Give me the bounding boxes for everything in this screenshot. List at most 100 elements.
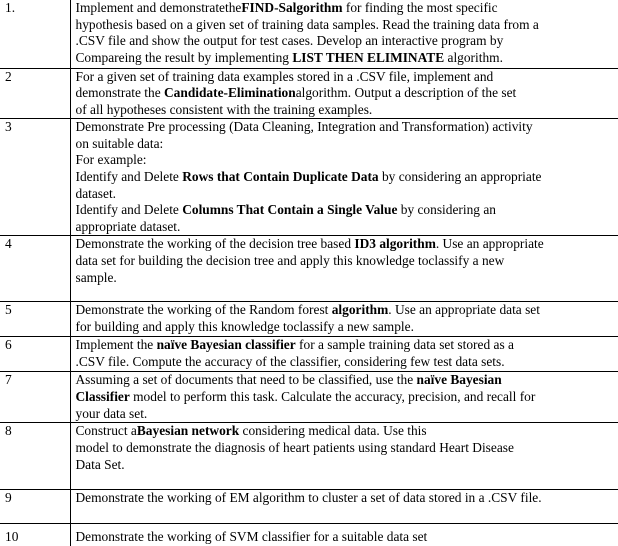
description-line: on suitable data:: [76, 136, 617, 153]
table-row: 7 Assuming a set of documents that need t…: [0, 371, 618, 424]
text-segment: For example:: [75, 152, 147, 168]
table-row: 3 Demonstrate Pre processing (Data Cleani…: [0, 118, 618, 237]
experiments-table: 1. Implement and demonstratetheFIND-Salgo…: [0, 0, 618, 546]
text-segment: appropriate dataset.: [75, 218, 181, 234]
text-segment: .CSV file and show the output for test c…: [75, 33, 504, 49]
description-line: for building and apply this knowledge to…: [76, 319, 617, 336]
bold-text: Candidate-Elimination: [164, 85, 296, 101]
row-description: Demonstrate the working of SVM classifie…: [70, 524, 618, 546]
table-row: 8 Construct aBayesian network considering…: [0, 422, 618, 491]
text-segment: Compareing the result by implementing: [75, 49, 293, 65]
row-description: Demonstrate the working of EM algorithm …: [70, 489, 618, 525]
text-segment: Implement and demonstratethe: [75, 0, 242, 15]
description-line: .CSV file and show the output for test c…: [76, 33, 617, 50]
description-line: Demonstrate the working of the decision …: [76, 236, 617, 253]
text-segment: Demonstrate the working of the decision …: [75, 236, 355, 252]
table-row: 9 Demonstrate the working of EM algorithm…: [0, 489, 618, 525]
description-line: For a given set of training data example…: [76, 69, 617, 86]
text-segment: Demonstrate the working of the Random fo…: [75, 302, 332, 318]
row-description: Demonstrate the working of the Random fo…: [70, 301, 618, 338]
bold-text: LIST THEN ELIMINATE: [292, 49, 445, 65]
bold-text: Rows that Contain Duplicate Data: [182, 169, 379, 185]
experiments-table-body: 1. Implement and demonstratetheFIND-Salgo…: [0, 0, 618, 546]
table-row: 1. Implement and demonstratetheFIND-Salgo…: [0, 0, 618, 69]
text-segment: hypothesis based on a given set of train…: [75, 16, 539, 32]
description-line: Demonstrate the working of EM algorithm …: [76, 490, 617, 507]
description-line: data set for building the decision tree …: [76, 253, 617, 270]
text-segment: considering medical data. Use this: [239, 423, 427, 439]
description-line: dataset.: [76, 186, 617, 203]
text-segment: Demonstrate the working of EM algorithm …: [75, 490, 542, 506]
description-line: Compareing the result by implementing LI…: [76, 50, 617, 67]
description-line: Construct aBayesian network considering …: [76, 423, 617, 440]
text-segment: Construct a: [75, 423, 137, 439]
description-line: Classifier model to perform this task. C…: [76, 389, 617, 406]
row-description: Assuming a set of documents that need to…: [70, 371, 618, 424]
text-segment: by considering an: [397, 202, 496, 218]
text-segment: data set for building the decision tree …: [75, 253, 505, 269]
description-line: Implement the naïve Bayesian classifier …: [76, 337, 617, 354]
bold-text: Classifier: [75, 389, 130, 405]
description-line: Demonstrate Pre processing (Data Cleanin…: [76, 119, 617, 136]
bold-text: algorithm: [285, 0, 343, 15]
description-line: of all hypotheses consistent with the tr…: [76, 102, 617, 119]
row-number: 5: [0, 301, 71, 338]
row-number: 3: [0, 118, 71, 237]
description-line: Demonstrate the working of SVM classifie…: [76, 529, 617, 546]
row-number: 8: [0, 422, 71, 491]
text-segment: your data set.: [75, 405, 148, 421]
row-number: 4: [0, 235, 71, 303]
description-line: demonstrate the Candidate-Eliminationalg…: [76, 85, 617, 102]
text-segment: dataset.: [75, 185, 117, 201]
row-number: 9: [0, 489, 71, 525]
bold-text: naïve Bayesian classifier: [156, 337, 296, 353]
description-line: Implement and demonstratetheFIND-Salgori…: [76, 0, 617, 17]
row-description: For a given set of training data example…: [70, 68, 618, 120]
table-row: 5 Demonstrate the working of the Random f…: [0, 301, 618, 338]
description-line: Demonstrate the working of the Random fo…: [76, 302, 617, 319]
row-description: Implement the naïve Bayesian classifier …: [70, 336, 618, 373]
text-segment: algorithm. Output a description of the s…: [295, 85, 517, 101]
row-description: Demonstrate Pre processing (Data Cleanin…: [70, 118, 618, 237]
text-segment: for building and apply this knowledge to…: [75, 319, 414, 335]
text-segment: Implement the: [75, 337, 157, 353]
row-description: Construct aBayesian network considering …: [70, 422, 618, 491]
row-description: Implement and demonstratetheFIND-Salgori…: [70, 0, 618, 69]
text-segment: . Use an appropriate data set: [388, 302, 540, 318]
description-line: Assuming a set of documents that need to…: [76, 372, 617, 389]
bold-text: naïve Bayesian: [416, 372, 502, 388]
row-description: Demonstrate the working of the decision …: [70, 235, 618, 303]
text-segment: model to demonstrate the diagnosis of he…: [75, 440, 514, 456]
bold-text: Columns That Contain a Single Value: [182, 202, 398, 218]
text-segment: sample.: [75, 269, 117, 285]
row-number: 10: [0, 523, 71, 546]
bold-text: algorithm: [331, 302, 389, 318]
text-segment: Identify and Delete: [75, 202, 183, 218]
text-segment: Assuming a set of documents that need to…: [75, 372, 417, 388]
text-segment: for finding the most specific: [342, 0, 498, 15]
description-line: Data Set.: [76, 457, 617, 474]
text-segment: .CSV file. Compute the accuracy of the c…: [75, 354, 505, 370]
text-segment: by considering an appropriate: [378, 169, 542, 185]
row-number: 2: [0, 68, 71, 120]
description-line: sample.: [76, 270, 617, 287]
table-row: 2 For a given set of training data exampl…: [0, 68, 618, 120]
text-segment: on suitable data:: [75, 135, 164, 151]
description-line: .CSV file. Compute the accuracy of the c…: [76, 354, 617, 371]
text-segment: Identify and Delete: [75, 169, 183, 185]
table-row: 10 Demonstrate the working of SVM classif…: [0, 523, 618, 546]
row-number: 1.: [0, 0, 71, 69]
bold-text: Bayesian network: [136, 423, 240, 439]
description-line: hypothesis based on a given set of train…: [76, 17, 617, 34]
description-line: model to demonstrate the diagnosis of he…: [76, 440, 617, 457]
text-segment: model to perform this task. Calculate th…: [129, 389, 536, 405]
text-segment: Demonstrate the working of SVM classifie…: [75, 529, 428, 545]
description-line: For example:: [76, 152, 617, 169]
table-row: 6 Implement the naïve Bayesian classifier…: [0, 336, 618, 373]
text-segment: Data Set.: [75, 456, 125, 472]
table-row: 4 Demonstrate the working of the decision…: [0, 235, 618, 303]
row-number: 7: [0, 371, 71, 424]
row-number: 6: [0, 336, 71, 373]
text-segment: demonstrate the: [75, 85, 164, 101]
description-line: appropriate dataset.: [76, 219, 617, 236]
